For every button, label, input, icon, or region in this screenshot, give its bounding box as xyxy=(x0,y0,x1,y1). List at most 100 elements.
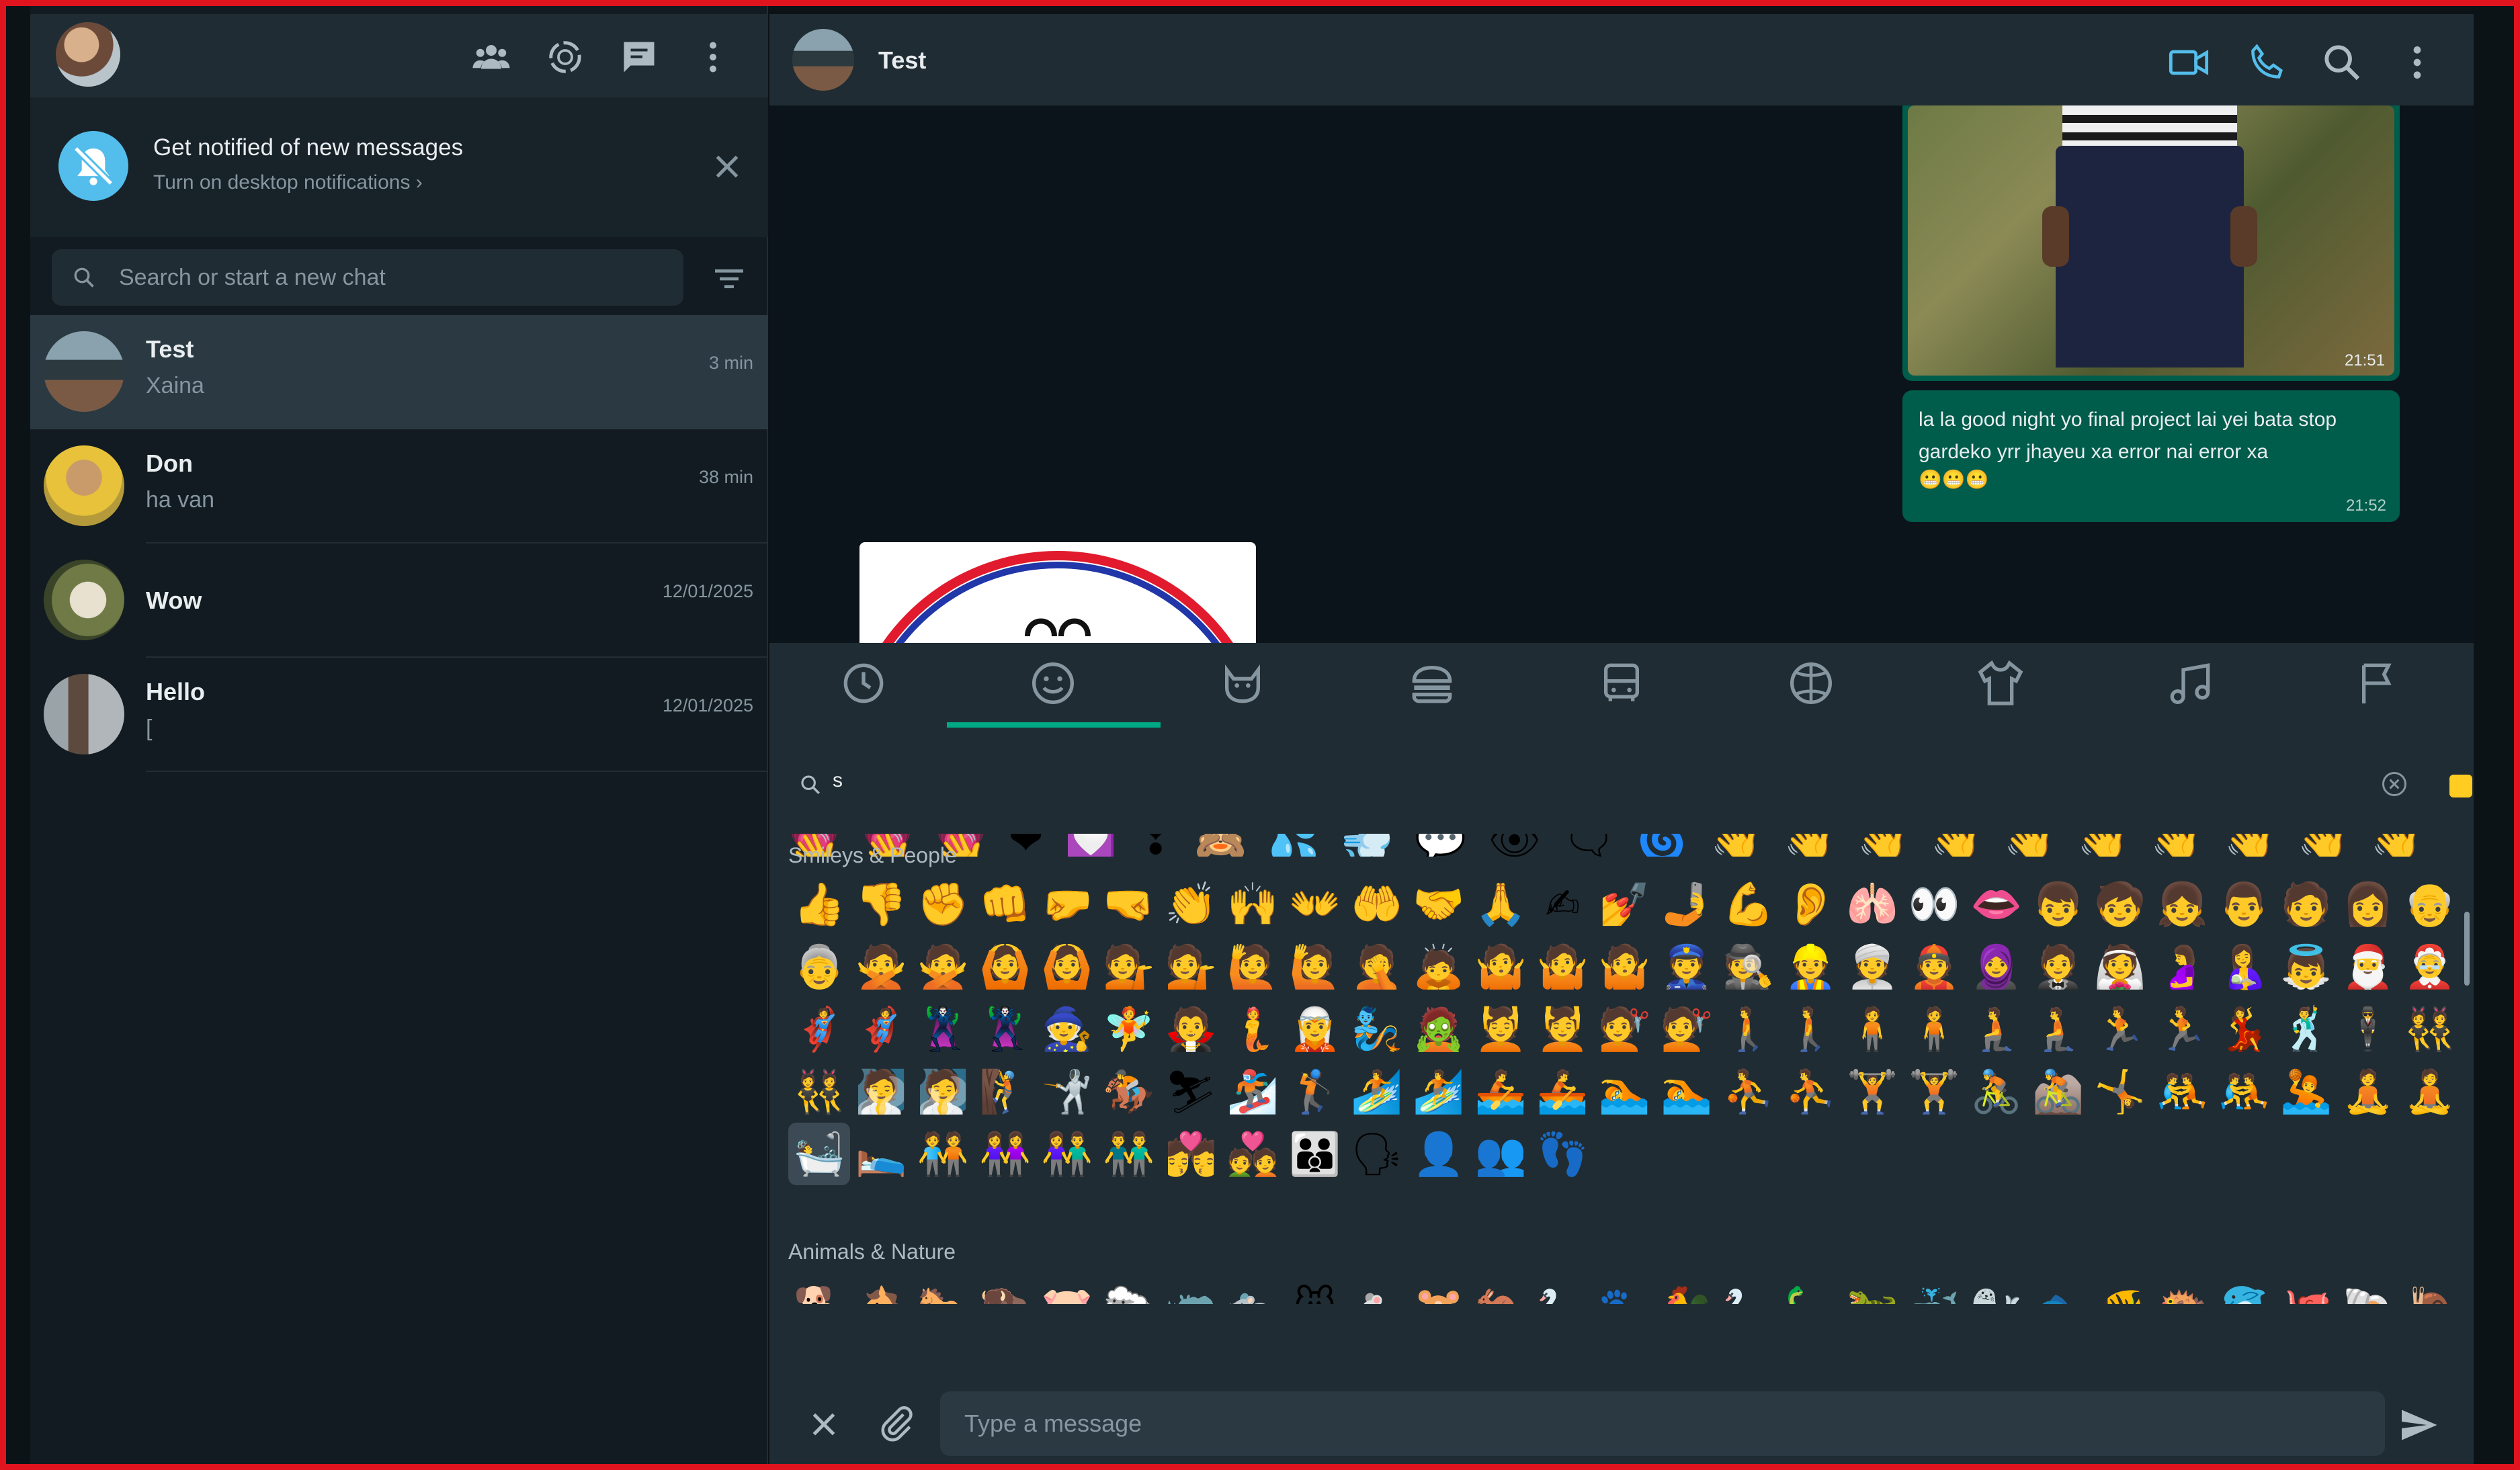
scrollbar[interactable] xyxy=(2464,912,2470,986)
emoji-item[interactable]: 🙇 xyxy=(1408,935,1470,998)
emoji-item[interactable]: 🏄 xyxy=(1408,1060,1470,1123)
emoji-item[interactable]: 🏋 xyxy=(1903,1060,1965,1123)
emoji-item[interactable]: 🤛 xyxy=(1036,873,1098,935)
image-message[interactable]: 21:51 xyxy=(1902,105,2400,381)
emoji-item[interactable]: 🙆 xyxy=(1036,935,1098,998)
notification-subtitle[interactable]: Turn on desktop notifications › xyxy=(153,171,423,194)
recent-icon[interactable] xyxy=(837,656,890,710)
emoji-item[interactable]: 👤 xyxy=(1408,1123,1470,1185)
emoji-item[interactable]: 🧎 xyxy=(2027,998,2089,1060)
emoji-item[interactable]: 🐌 xyxy=(2399,1277,2461,1304)
emoji-item[interactable]: 👏 xyxy=(1160,873,1222,935)
emoji-item[interactable]: 🧒 xyxy=(2089,873,2151,935)
voice-call-icon[interactable] xyxy=(2245,41,2288,84)
emoji-item[interactable]: 💇 xyxy=(1656,998,1718,1060)
emoji-item[interactable]: 🧑‍🤝‍🧑 xyxy=(912,1123,974,1185)
emoji-item[interactable]: 🐭 xyxy=(1284,1277,1346,1304)
text-message[interactable]: la la good night yo final project lai ye… xyxy=(1902,390,2400,522)
emoji-item[interactable]: 🤺 xyxy=(1036,1060,1098,1123)
emoji-item[interactable]: 🤷 xyxy=(1470,935,1531,998)
emoji-item[interactable]: 🕵 xyxy=(1718,935,1779,998)
emoji-item[interactable]: 👴 xyxy=(2399,873,2461,935)
emoji-item[interactable]: 👰 xyxy=(2089,935,2151,998)
emoji-item[interactable]: 🏇 xyxy=(1098,1060,1160,1123)
menu-icon[interactable] xyxy=(2396,41,2439,84)
emoji-item[interactable]: 🙆 xyxy=(974,935,1036,998)
emoji-item[interactable]: ✊ xyxy=(912,873,974,935)
emoji-item[interactable]: 👍 xyxy=(788,873,850,935)
chat-item-don[interactable]: Don ha van 38 min xyxy=(30,429,768,544)
emoji-item[interactable]: 🧗 xyxy=(974,1060,1036,1123)
emoji-item[interactable]: 🧟 xyxy=(1408,998,1470,1060)
emoji-item[interactable]: 🐁 xyxy=(1346,1277,1408,1304)
emoji-item[interactable]: 💇 xyxy=(1593,998,1655,1060)
emoji-item[interactable]: 🚵 xyxy=(2027,1060,2089,1123)
emoji-item[interactable]: 👯 xyxy=(788,1060,850,1123)
notification-banner[interactable]: Get notified of new messages Turn on des… xyxy=(30,97,768,237)
close-icon[interactable] xyxy=(710,150,744,183)
emoji-item[interactable]: 👦 xyxy=(2027,873,2089,935)
emoji-item[interactable]: 👲 xyxy=(1903,935,1965,998)
emoji-item[interactable]: 🤽 xyxy=(2275,1060,2337,1123)
emoji-item[interactable]: 👩 xyxy=(2337,873,2399,935)
new-chat-icon[interactable] xyxy=(619,37,659,77)
emoji-item[interactable]: 💃 xyxy=(2213,998,2275,1060)
emoji-item[interactable]: 🐬 xyxy=(2213,1277,2275,1304)
emoji-item[interactable]: 👣 xyxy=(1531,1123,1593,1185)
emoji-item[interactable]: 💑 xyxy=(1222,1123,1284,1185)
emoji-item[interactable]: 🧙 xyxy=(1036,998,1098,1060)
search-icon[interactable] xyxy=(2320,41,2363,84)
emoji-item[interactable]: 🧞 xyxy=(1346,998,1408,1060)
emoji-item[interactable]: 🤷 xyxy=(1593,935,1655,998)
emoji-item[interactable]: 🏃 xyxy=(2089,998,2151,1060)
attach-icon[interactable] xyxy=(876,1403,916,1444)
emoji-item[interactable]: 🦢 xyxy=(1718,1277,1779,1304)
emoji-item[interactable]: 🤰 xyxy=(2151,935,2213,998)
emoji-item[interactable]: 🕺 xyxy=(2275,998,2337,1060)
emoji-item[interactable]: 🏃 xyxy=(2151,998,2213,1060)
emoji-item[interactable]: 🐳 xyxy=(1903,1277,1965,1304)
emoji-item[interactable]: ⛹ xyxy=(1779,1060,1841,1123)
emoji-item[interactable]: 👳 xyxy=(1841,935,1903,998)
status-icon[interactable] xyxy=(545,37,585,77)
emoji-item[interactable]: 🧍 xyxy=(1841,998,1903,1060)
conversation-header[interactable]: Test xyxy=(769,14,2474,105)
emoji-item[interactable]: 🧕 xyxy=(1966,935,2027,998)
emoji-item[interactable]: 💏 xyxy=(1160,1123,1222,1185)
emoji-item[interactable]: 🐎 xyxy=(912,1277,974,1304)
menu-icon[interactable] xyxy=(693,37,733,77)
emoji-item[interactable]: 🧖 xyxy=(912,1060,974,1123)
skin-tone-selector[interactable] xyxy=(2449,775,2472,797)
emoji-item[interactable]: 🧜 xyxy=(1222,998,1284,1060)
chat-item-hello[interactable]: Hello [ 12/01/2025 xyxy=(30,658,768,772)
smiley-icon[interactable] xyxy=(1026,656,1080,710)
message-input[interactable] xyxy=(940,1391,2385,1456)
emoji-search-bar[interactable]: s xyxy=(799,764,2472,804)
emoji-item[interactable]: 🤜 xyxy=(1098,873,1160,935)
emoji-item[interactable]: 🦖 xyxy=(1841,1277,1903,1304)
emoji-item[interactable]: 🐚 xyxy=(2337,1277,2399,1304)
emoji-item[interactable]: 🗣 xyxy=(1346,1123,1408,1185)
food-icon[interactable] xyxy=(1405,656,1459,710)
emoji-item[interactable]: 👄 xyxy=(1966,873,2027,935)
emoji-item[interactable]: 🤳 xyxy=(1656,873,1718,935)
emoji-item[interactable]: 🐹 xyxy=(1408,1277,1470,1304)
emoji-item[interactable]: 🦢 xyxy=(1531,1277,1593,1304)
emoji-item[interactable]: 🐕 xyxy=(788,1277,850,1304)
emoji-item[interactable]: 🙏 xyxy=(1470,873,1531,935)
emoji-item[interactable]: 🧚 xyxy=(1098,998,1160,1060)
emoji-item[interactable]: 🚶 xyxy=(1779,998,1841,1060)
emoji-item[interactable]: 🐷 xyxy=(1036,1277,1098,1304)
emoji-item[interactable]: 🙋 xyxy=(1284,935,1346,998)
emoji-item[interactable]: 🦘 xyxy=(1470,1277,1531,1304)
emoji-item[interactable]: 🙅 xyxy=(850,935,912,998)
video-call-icon[interactable] xyxy=(2167,41,2210,84)
emoji-item[interactable]: 🚣 xyxy=(1531,1060,1593,1123)
message-area[interactable]: 21:51 la la good night yo final project … xyxy=(769,105,2474,643)
emoji-item[interactable]: 👨 xyxy=(2213,873,2275,935)
travel-icon[interactable] xyxy=(1595,656,1648,710)
emoji-item[interactable]: 🙅 xyxy=(912,935,974,998)
emoji-item[interactable]: 🎅 xyxy=(2337,935,2399,998)
emoji-item[interactable]: 👭 xyxy=(974,1123,1036,1185)
emoji-item[interactable]: 🦹 xyxy=(912,998,974,1060)
